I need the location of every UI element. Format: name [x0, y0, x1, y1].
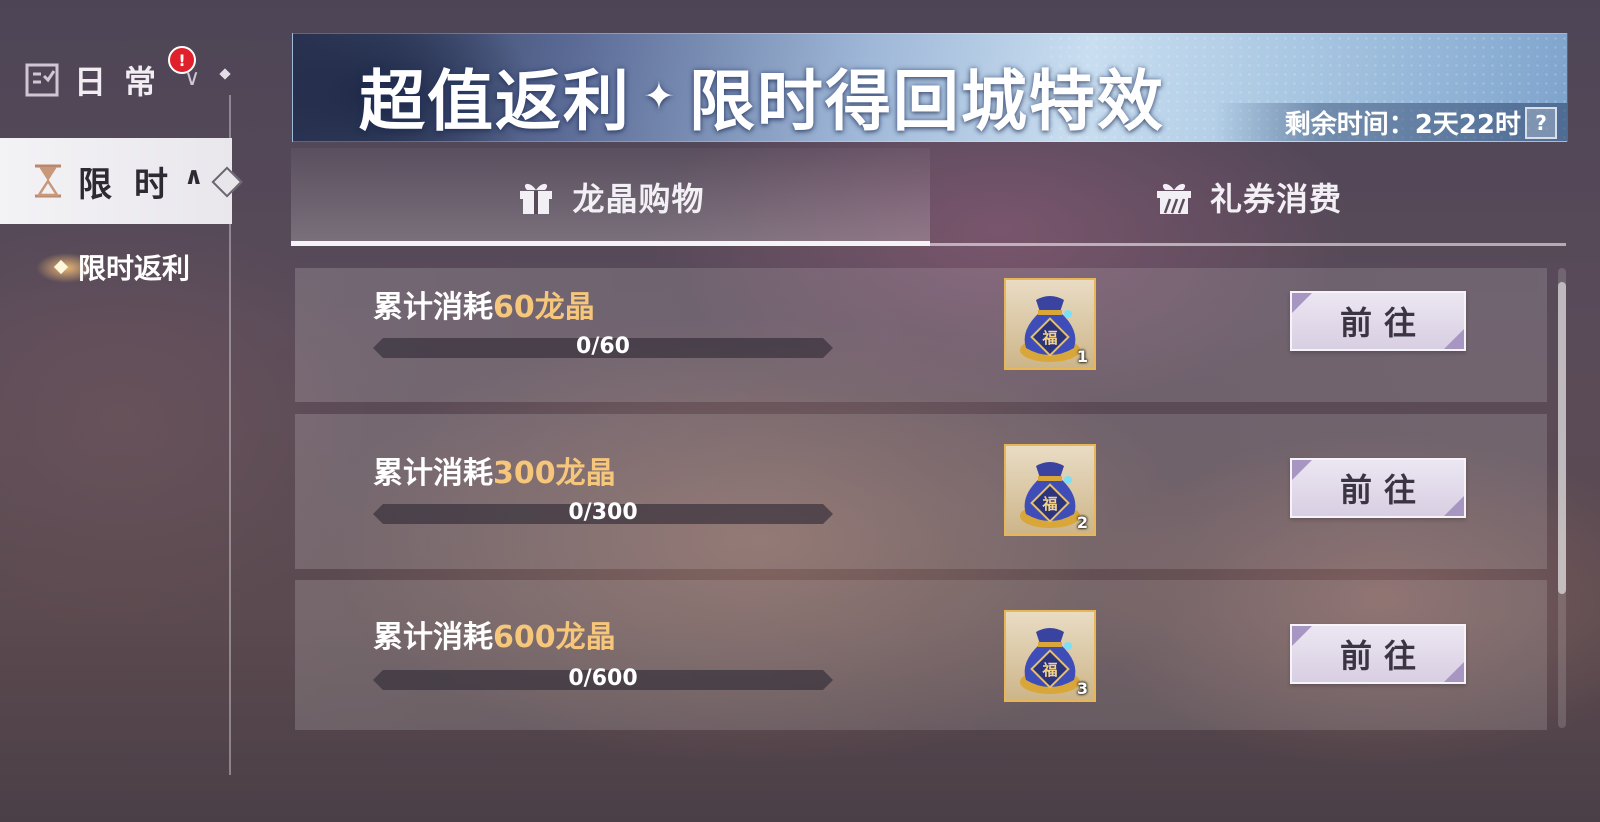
help-icon[interactable]: ?: [1525, 107, 1557, 139]
task-row: 累计消耗60龙晶 0/60 福 1 前往: [295, 268, 1547, 402]
scrollbar-thumb[interactable]: [1558, 282, 1566, 594]
selection-indicator-icon: [211, 166, 243, 198]
task-title-prefix: 累计消耗: [373, 620, 493, 655]
progress-text: 0/300: [568, 500, 638, 525]
progress-text: 0/60: [576, 334, 630, 359]
tab-voucher-spending[interactable]: 礼券消费: [930, 148, 1566, 246]
reward-quantity: 2: [1076, 513, 1088, 532]
reward-slot[interactable]: 福 3: [1004, 610, 1096, 702]
gift-ticket-icon: [1154, 177, 1194, 217]
task-title-highlight: 600龙晶: [493, 620, 616, 655]
sidebar-subitem-limited-rebate[interactable]: 限时返利: [36, 247, 191, 287]
sidebar-item-label: 限时: [78, 164, 190, 205]
progress-text: 0/600: [568, 666, 638, 691]
tab-dragon-crystal-shopping[interactable]: 龙晶购物: [291, 148, 930, 246]
tab-bar: 龙晶购物 礼券消费: [291, 148, 1566, 246]
tab-underline: [930, 243, 1566, 246]
sidebar-item-daily[interactable]: 日常 ! ∨: [22, 46, 242, 108]
event-banner: 超值返利 ✦ 限时得回城特效 剩余时间：2天22时 ?: [292, 33, 1568, 142]
chevron-up-icon: ∧: [184, 162, 204, 190]
reward-quantity: 1: [1076, 347, 1088, 366]
banner-title: 超值返利 ✦ 限时得回城特效: [359, 48, 1165, 141]
sidebar-subitem-label: 限时返利: [78, 252, 191, 285]
sidebar: 日常 ! ∨ 限时 ∧ 限时返利: [0, 0, 243, 822]
task-row: 累计消耗300龙晶 0/300 福 2 前往: [295, 414, 1547, 569]
task-title-highlight: 300龙晶: [493, 456, 616, 491]
diamond-icon: [219, 68, 231, 80]
go-button-label: 前往: [1339, 637, 1428, 675]
checklist-icon: [22, 60, 62, 100]
hourglass-icon: [28, 161, 68, 201]
button-corner-decoration: [1444, 662, 1464, 682]
task-title-prefix: 累计消耗: [373, 456, 493, 491]
countdown-timer: 剩余时间：2天22时 ?: [1214, 103, 1567, 141]
countdown-text: 剩余时间：2天22时: [1284, 109, 1521, 140]
reward-quantity: 3: [1076, 679, 1088, 698]
svg-text:福: 福: [1041, 495, 1057, 513]
banner-title-left: 超值返利: [359, 63, 631, 140]
sidebar-item-label: 日常: [74, 63, 175, 101]
button-corner-decoration: [1292, 626, 1312, 646]
reward-slot[interactable]: 福 2: [1004, 444, 1096, 536]
go-button[interactable]: 前往: [1290, 458, 1466, 518]
scrollbar[interactable]: [1558, 268, 1566, 728]
task-title-highlight: 60龙晶: [493, 290, 595, 325]
banner-title-right: 限时得回城特效: [688, 63, 1165, 140]
sidebar-item-limited[interactable]: 限时 ∧: [0, 138, 243, 224]
task-row: 累计消耗600龙晶 0/600 福 3 前往: [295, 580, 1547, 730]
go-button-label: 前往: [1339, 471, 1428, 509]
task-title: 累计消耗300龙晶: [373, 448, 616, 492]
sparkle-icon: ✦: [643, 74, 677, 118]
task-title-prefix: 累计消耗: [373, 290, 493, 325]
chevron-down-icon: ∨: [184, 66, 201, 91]
tab-label: 龙晶购物: [572, 180, 705, 218]
button-corner-decoration: [1292, 460, 1312, 480]
svg-text:福: 福: [1041, 329, 1057, 347]
tab-active-underline: [291, 241, 930, 246]
button-corner-decoration: [1444, 329, 1464, 349]
gift-icon: [516, 177, 556, 217]
button-corner-decoration: [1292, 293, 1312, 313]
go-button[interactable]: 前往: [1290, 291, 1466, 351]
button-corner-decoration: [1444, 496, 1464, 516]
tab-label: 礼券消费: [1209, 180, 1342, 218]
task-title: 累计消耗60龙晶: [373, 282, 595, 326]
task-title: 累计消耗600龙晶: [373, 612, 616, 656]
go-button-label: 前往: [1339, 304, 1428, 342]
go-button[interactable]: 前往: [1290, 624, 1466, 684]
svg-text:福: 福: [1041, 661, 1057, 679]
reward-slot[interactable]: 福 1: [1004, 278, 1096, 370]
